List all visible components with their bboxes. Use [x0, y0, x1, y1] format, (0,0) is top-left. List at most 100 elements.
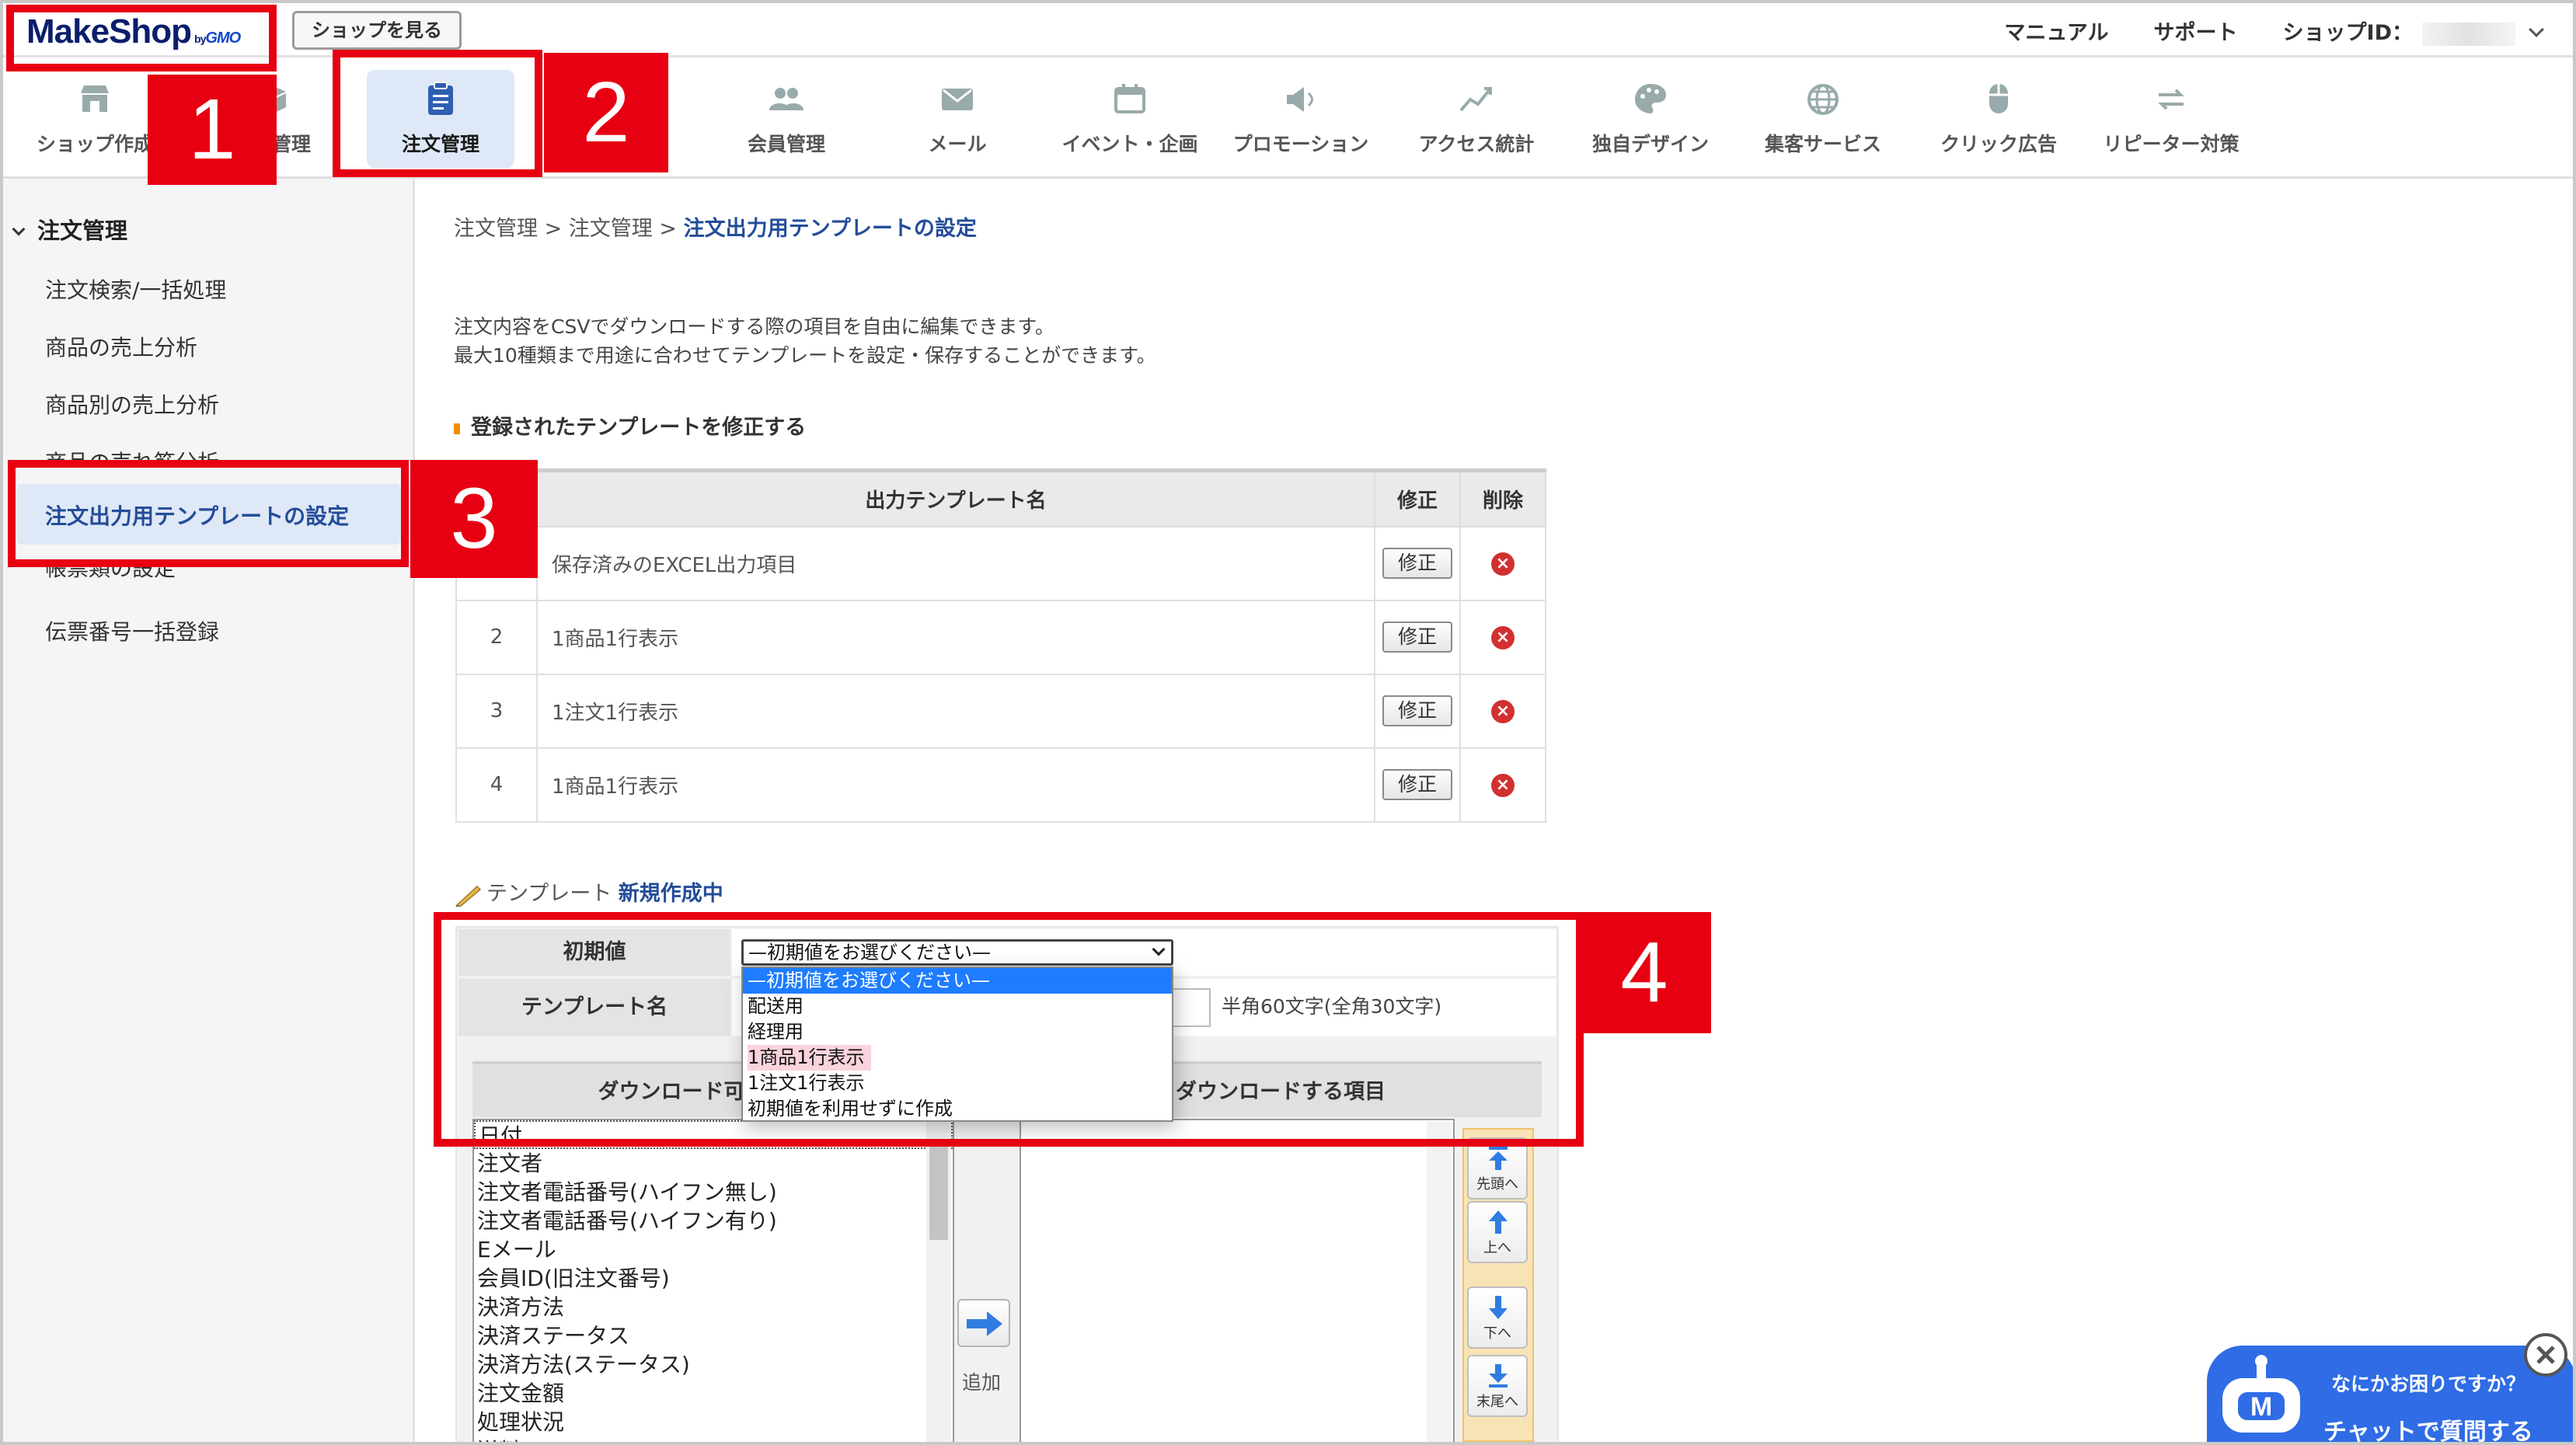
dropdown-option[interactable]: 初期値を利用せずに作成: [743, 1096, 1172, 1122]
shop-icon: [81, 85, 109, 112]
move-bottom-label: 末尾へ: [1476, 1394, 1518, 1410]
chart-icon: [1459, 87, 1492, 112]
table-row: 4 1商品1行表示 修正 ×: [455, 747, 1546, 823]
svg-text:M: M: [2250, 1392, 2272, 1422]
speaker-icon: [1287, 87, 1313, 112]
sidebar: 注文管理 注文検索/一括処理 商品の売上分析 商品別の売上分析 商品の売れ筋分析…: [3, 179, 415, 1442]
list-item[interactable]: 決済方法(ステータス): [474, 1350, 953, 1379]
chat-cta[interactable]: チャットで質問する: [2323, 1412, 2533, 1445]
sidebar-item-forms[interactable]: 帳票類の設定: [45, 559, 176, 580]
nav-item-2[interactable]: 注文管理: [351, 57, 530, 179]
nav-item-12[interactable]: リピーター対策: [2086, 57, 2257, 179]
list-item[interactable]: 会員ID(旧注文番号): [474, 1264, 953, 1293]
scrollbar-thumb[interactable]: [929, 1140, 948, 1240]
chat-close-button[interactable]: [2524, 1333, 2567, 1377]
manual-link[interactable]: マニュアル: [2004, 16, 2108, 46]
nav-item-label: メール: [928, 133, 987, 155]
logo-by: by: [194, 33, 206, 45]
top-links: マニュアル サポート ショップID：: [2004, 16, 2544, 46]
template-name-label: テンプレート名: [458, 979, 730, 1036]
edit-button[interactable]: 修正: [1382, 622, 1452, 653]
nav-item-10[interactable]: 集客サービス: [1738, 57, 1908, 179]
initial-value-dropdown[interactable]: —初期値をお選びください— 配送用 経理用 1商品1行表示 1注文1行表示 初期値を利用せ…: [741, 966, 1173, 1122]
arrow-right-icon: [967, 1311, 1002, 1336]
nav-item-7[interactable]: プロモーション: [1215, 57, 1386, 179]
breadcrumb-item[interactable]: 注文管理: [454, 217, 538, 241]
sidebar-item-order-search[interactable]: 注文検索/一括処理: [45, 273, 226, 305]
dropdown-option[interactable]: —初期値をお選びください—: [743, 968, 1172, 994]
nav-item-6[interactable]: イベント・企画: [1037, 57, 1223, 179]
shop-id-menu[interactable]: ショップID：: [2283, 16, 2544, 46]
new-template-prefix: テンプレート: [486, 882, 612, 906]
close-icon: [2536, 1346, 2555, 1364]
available-items-list[interactable]: 日付 注文者 注文者電話番号(ハイフン無し) 注文者電話番号(ハイフン有り) Eメール会…: [472, 1119, 954, 1445]
row-number: 2: [455, 599, 538, 675]
sidebar-heading-label: 注文管理: [37, 218, 128, 244]
sidebar-item-bestseller[interactable]: 商品の売れ筋分析: [45, 446, 219, 466]
chat-widget[interactable]: M なにかお困りですか？ チャットで質問する: [2207, 1346, 2576, 1445]
delete-x-icon[interactable]: ×: [1491, 552, 1515, 576]
delete-cell: ×: [1459, 599, 1546, 675]
edit-cell: 修正: [1374, 525, 1461, 601]
add-item-button[interactable]: [957, 1299, 1010, 1347]
nav-item-11[interactable]: クリック広告: [1913, 57, 2084, 179]
dropdown-option[interactable]: 配送用: [743, 994, 1172, 1019]
delete-x-icon[interactable]: ×: [1491, 700, 1515, 723]
makeshop-logo[interactable]: MakeShop byGMO: [26, 12, 241, 51]
sidebar-item-label: 帳票類の設定: [45, 559, 176, 580]
delete-x-icon[interactable]: ×: [1491, 774, 1515, 797]
option-highlight: 1商品1行表示: [748, 1045, 871, 1071]
template-name: 1注文1行表示: [536, 673, 1375, 749]
move-up-label: 上へ: [1483, 1240, 1511, 1256]
sidebar-item-output-template[interactable]: 注文出力用テンプレートの設定: [17, 484, 401, 545]
dropdown-option[interactable]: 1注文1行表示: [743, 1071, 1172, 1096]
download-list-scrollbar[interactable]: [1427, 1122, 1452, 1442]
download-items-list[interactable]: [1020, 1119, 1455, 1445]
mail-icon: [942, 89, 973, 110]
move-bottom-button[interactable]: 末尾へ: [1467, 1355, 1528, 1417]
nav-item-8[interactable]: アクセス統計: [1391, 57, 1562, 179]
sidebar-item-sales-analysis[interactable]: 商品の売上分析: [45, 331, 197, 362]
edit-button[interactable]: 修正: [1382, 548, 1452, 579]
move-top-button[interactable]: 先頭へ: [1467, 1137, 1528, 1200]
breadcrumb: 注文管理 > 注文管理 > 注文出力用テンプレートの設定: [454, 211, 977, 242]
sidebar-item-label: 注文出力用テンプレートの設定: [45, 503, 350, 529]
list-item[interactable]: 送料: [474, 1436, 953, 1443]
initial-value-select[interactable]: —初期値をお選びください—: [741, 939, 1173, 966]
nav-item-label: 注文管理: [401, 133, 479, 155]
breadcrumb-item[interactable]: 注文管理: [569, 217, 653, 241]
nav-item-4[interactable]: 会員管理: [701, 57, 872, 179]
list-item[interactable]: Eメール: [474, 1235, 953, 1264]
dropdown-option[interactable]: 経理用: [743, 1019, 1172, 1045]
pencil-icon: [455, 885, 482, 907]
list-item[interactable]: 決済ステータス: [474, 1321, 953, 1350]
edit-cell: 修正: [1374, 599, 1461, 675]
template-name: 1商品1行表示: [536, 747, 1375, 823]
list-item[interactable]: 決済方法: [474, 1293, 953, 1321]
list-item[interactable]: 日付: [474, 1120, 953, 1149]
sidebar-item-product-sales[interactable]: 商品別の売上分析: [45, 388, 219, 420]
list-item[interactable]: 注文者電話番号(ハイフン有り): [474, 1206, 953, 1235]
template-table: 出力テンプレート名 修正 削除 1保存済みのEXCEL出力項目修正×21商品1行…: [455, 468, 1546, 823]
edit-button[interactable]: 修正: [1382, 769, 1452, 800]
edit-button[interactable]: 修正: [1382, 695, 1452, 726]
list-item[interactable]: 注文者: [474, 1149, 953, 1178]
list-item[interactable]: 処理状況: [474, 1408, 953, 1436]
sidebar-item-tracking-number[interactable]: 伝票番号一括登録: [45, 615, 219, 646]
palette-icon: [1635, 84, 1666, 113]
nav-item-9[interactable]: 独自デザイン: [1565, 57, 1736, 179]
dropdown-option[interactable]: 1商品1行表示: [743, 1045, 1172, 1071]
nav-item-5[interactable]: メール: [872, 57, 1043, 179]
list-item[interactable]: 注文者電話番号(ハイフン無し): [474, 1178, 953, 1206]
view-shop-button[interactable]: ショップを見る: [292, 11, 462, 50]
move-up-button[interactable]: 上へ: [1467, 1201, 1528, 1263]
support-link[interactable]: サポート: [2154, 16, 2238, 46]
annotation-number-1: 1: [148, 75, 277, 185]
page-description: 注文内容をCSVでダウンロードする際の項目を自由に編集できます。 最大10種類ま…: [454, 312, 1156, 370]
move-down-button[interactable]: 下へ: [1467, 1287, 1528, 1349]
list-item[interactable]: 注文金額: [474, 1379, 953, 1408]
arrow-up-icon: [1489, 1210, 1508, 1234]
sidebar-heading[interactable]: 注文管理: [12, 213, 128, 245]
delete-x-icon[interactable]: ×: [1491, 626, 1515, 649]
chevron-down-icon: [12, 222, 26, 236]
